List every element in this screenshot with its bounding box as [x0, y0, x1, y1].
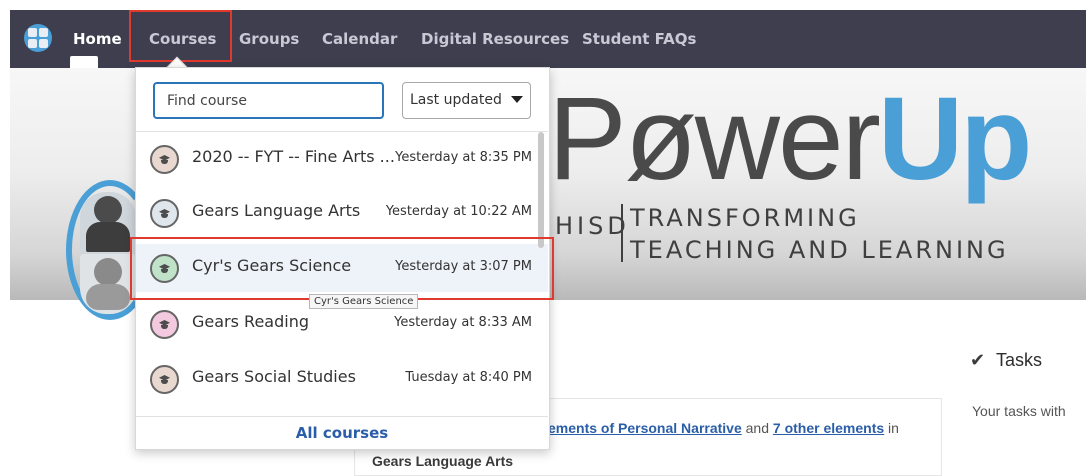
course-updated: Tuesday at 8:40 PM	[405, 370, 532, 385]
app-logo-icon[interactable]	[24, 24, 52, 52]
teacher-head-icon	[94, 196, 122, 224]
find-course-input[interactable]	[153, 82, 384, 119]
course-tooltip: Cyr's Gears Science	[309, 294, 419, 309]
list-divider	[136, 131, 548, 132]
course-item[interactable]: Gears Language Arts Yesterday at 10:22 A…	[136, 189, 548, 237]
graduation-cap-icon	[150, 310, 179, 339]
tasks-heading: Tasks	[996, 350, 1043, 370]
sort-select-label: Last updated	[410, 92, 502, 108]
teacher-body-icon	[86, 222, 130, 252]
activity-text: ements of Personal Narrative and 7 other…	[548, 420, 899, 436]
banner-tagline-1: TRANSFORMING	[630, 204, 860, 232]
nav-calendar[interactable]: Calendar	[322, 30, 397, 48]
graduation-cap-icon	[150, 365, 179, 394]
course-updated: Yesterday at 10:22 AM	[385, 204, 532, 219]
course-updated: Yesterday at 8:33 AM	[394, 315, 532, 330]
nav-home[interactable]: Home	[73, 30, 122, 48]
element-link[interactable]: ements of Personal Narrative	[548, 420, 742, 436]
banner-power-text: Pøwer	[548, 73, 881, 205]
all-courses-link[interactable]: All courses	[136, 424, 548, 442]
chevron-down-icon	[511, 96, 523, 103]
selected-course-highlight-box	[130, 237, 554, 300]
course-updated: Yesterday at 8:35 PM	[395, 150, 532, 165]
activity-and: and	[741, 420, 773, 436]
course-item[interactable]: Gears Social Studies Tuesday at 8:40 PM	[136, 355, 548, 403]
graduation-cap-icon	[150, 145, 179, 174]
graduation-cap-icon	[150, 199, 179, 228]
student-head-icon	[94, 258, 122, 286]
activity-course: Gears Language Arts	[372, 453, 514, 469]
footer-divider	[136, 416, 548, 417]
student-body-icon	[86, 284, 130, 310]
course-name: Gears Language Arts	[192, 201, 361, 220]
home-active-indicator	[70, 56, 98, 68]
tasks-text: Your tasks with	[972, 403, 1066, 419]
checkmark-icon: ✔	[970, 350, 986, 371]
activity-in: in	[884, 420, 899, 436]
courses-highlight-box	[129, 10, 232, 62]
dropdown-scrollbar[interactable]	[538, 132, 544, 248]
course-name: Gears Reading	[192, 312, 309, 331]
banner-tagline-2: TEACHING AND LEARNING	[630, 236, 1009, 264]
course-item[interactable]: 2020 -- FYT -- Fine Arts ... Yesterday a…	[136, 135, 548, 183]
nav-student-faqs[interactable]: Student FAQs	[582, 30, 696, 48]
other-elements-link[interactable]: 7 other elements	[773, 420, 884, 436]
course-name: Gears Social Studies	[192, 367, 356, 386]
course-name: 2020 -- FYT -- Fine Arts ...	[192, 147, 395, 166]
nav-digital-resources[interactable]: Digital Resources	[421, 30, 569, 48]
banner-up-text: Up	[878, 73, 1032, 205]
banner-hisd: HISD	[555, 212, 630, 240]
nav-groups[interactable]: Groups	[239, 30, 299, 48]
